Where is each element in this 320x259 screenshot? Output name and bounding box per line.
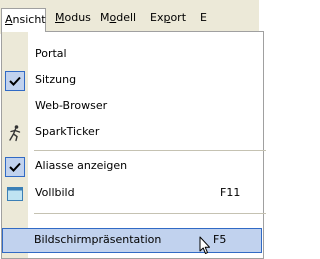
shortcut-label: F5 <box>213 233 227 246</box>
menu-item-label: Web-Browser <box>35 99 108 112</box>
mouse-cursor-icon <box>199 236 211 259</box>
menu-modell[interactable]: Modell <box>100 8 136 30</box>
check-icon <box>5 157 25 177</box>
menu-bar: Ansicht Modus Modell Export E <box>0 0 259 34</box>
menu-item-label: Portal <box>35 47 67 60</box>
menu-item-web-browser[interactable]: Web-Browser <box>2 95 264 120</box>
menu-item-bildschirmpraesentation[interactable]: Bildschirmpräsentation F5 <box>2 228 262 253</box>
menu-item-portal[interactable]: Portal <box>2 43 264 68</box>
menu-item-aliasse-anzeigen[interactable]: Aliasse anzeigen <box>2 155 264 180</box>
ansicht-dropdown-menu: Portal Sitzung Web-Browser SparkTicker A… <box>1 31 266 259</box>
fullscreen-window-icon <box>6 185 24 203</box>
menu-item-sitzung[interactable]: Sitzung <box>2 69 264 94</box>
menu-ansicht[interactable]: Ansicht <box>1 8 46 32</box>
menu-item-label: Vollbild <box>35 186 75 199</box>
shortcut-label: F11 <box>220 186 241 199</box>
menu-item-label: Bildschirmpräsentation <box>34 233 162 246</box>
menu-item-sparkticker[interactable]: SparkTicker <box>2 121 264 146</box>
menu-export[interactable]: Export <box>150 8 186 30</box>
sparkticker-runner-icon <box>6 124 24 142</box>
menu-item-label: Sitzung <box>35 73 77 86</box>
menu-separator <box>34 213 266 214</box>
check-icon <box>5 71 25 91</box>
menu-item-vollbild[interactable]: Vollbild F11 <box>2 182 264 207</box>
menu-item-label: Aliasse anzeigen <box>35 159 128 172</box>
menu-modus[interactable]: Modus <box>55 8 91 30</box>
menu-separator <box>34 150 266 151</box>
menu-item-label: SparkTicker <box>35 125 100 138</box>
menu-e-truncated[interactable]: E <box>200 8 207 30</box>
